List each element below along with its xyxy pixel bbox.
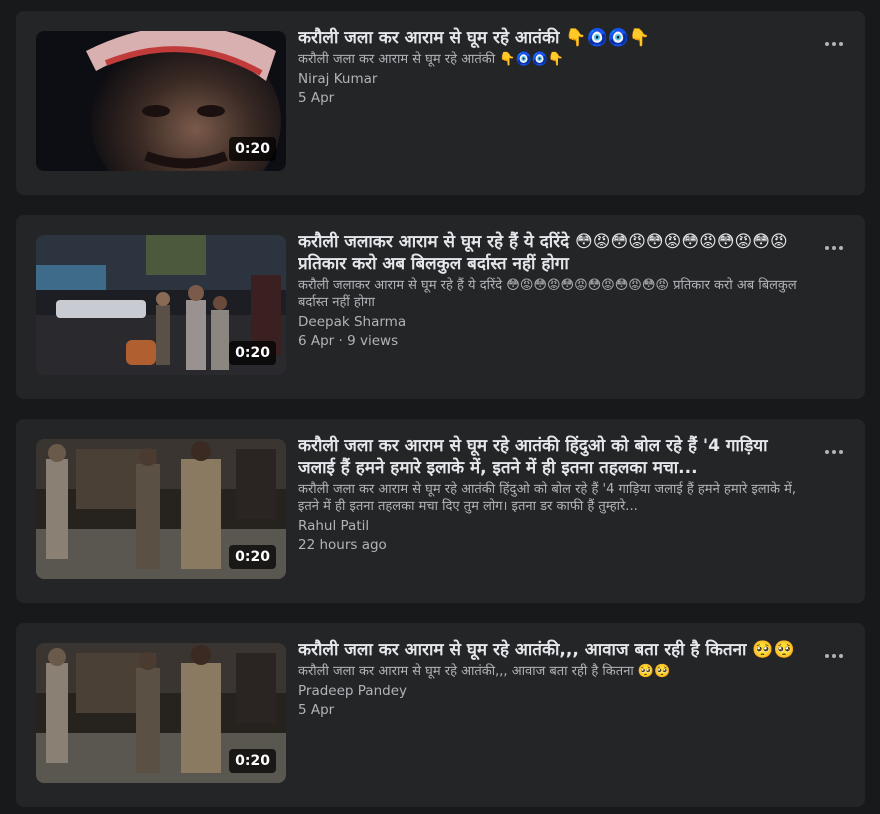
video-title[interactable]: करौली जला कर आराम से घूम रहे आतंकी,,, आव…: [298, 639, 808, 661]
video-description: करौली जला कर आराम से घूम रहे आतंकी हिंदु…: [298, 482, 797, 514]
video-thumbnail[interactable]: 0:20: [36, 31, 286, 171]
video-info: करौली जला कर आराम से घूम रहे आतंकी,,, आव…: [298, 639, 808, 720]
video-title[interactable]: करौली जलाकर आराम से घूम रहे हैं ये दरिंद…: [298, 231, 808, 275]
video-info: करौली जलाकर आराम से घूम रहे हैं ये दरिंद…: [298, 231, 808, 351]
more-options-icon[interactable]: [823, 441, 845, 463]
video-result-card[interactable]: 0:20 करौली जलाकर आराम से घूम रहे हैं ये …: [16, 215, 865, 399]
video-title[interactable]: करौली जला कर आराम से घूम रहे आतंकी हिंदु…: [298, 435, 808, 479]
video-duration-badge: 0:20: [229, 341, 276, 365]
video-author[interactable]: Pradeep Pandey: [298, 682, 808, 701]
video-meta: 6 Apr · 9 views: [298, 333, 399, 349]
video-author[interactable]: Rahul Patil: [298, 517, 808, 536]
video-author[interactable]: Niraj Kumar: [298, 70, 808, 89]
video-info: करौली जला कर आराम से घूम रहे आतंकी 👇🧿🧿👇 …: [298, 27, 808, 108]
more-options-icon[interactable]: [823, 237, 845, 259]
video-duration-badge: 0:20: [229, 137, 276, 161]
video-description: करौली जलाकर आराम से घूम रहे हैं ये दरिंद…: [298, 278, 797, 310]
video-title[interactable]: करौली जला कर आराम से घूम रहे आतंकी 👇🧿🧿👇: [298, 27, 808, 49]
video-meta: 22 hours ago: [298, 537, 387, 553]
video-meta: 5 Apr: [298, 90, 335, 106]
video-description: करौली जला कर आराम से घूम रहे आतंकी 👇🧿🧿👇: [298, 52, 565, 67]
video-result-card[interactable]: 0:20 करौली जला कर आराम से घूम रहे आतंकी,…: [16, 623, 865, 807]
video-result-card[interactable]: 0:20 करौली जला कर आराम से घूम रहे आतंकी …: [16, 419, 865, 603]
more-options-icon[interactable]: [823, 645, 845, 667]
video-description: करौली जला कर आराम से घूम रहे आतंकी,,, आव…: [298, 664, 671, 679]
video-info: करौली जला कर आराम से घूम रहे आतंकी हिंदु…: [298, 435, 808, 555]
video-author[interactable]: Deepak Sharma: [298, 313, 808, 332]
video-thumbnail[interactable]: 0:20: [36, 643, 286, 783]
video-meta: 5 Apr: [298, 702, 335, 718]
video-thumbnail[interactable]: 0:20: [36, 235, 286, 375]
video-result-card[interactable]: 0:20 करौली जला कर आराम से घूम रहे आतंकी …: [16, 11, 865, 195]
video-thumbnail[interactable]: 0:20: [36, 439, 286, 579]
video-duration-badge: 0:20: [229, 545, 276, 569]
more-options-icon[interactable]: [823, 33, 845, 55]
video-results-feed: 0:20 करौली जला कर आराम से घूम रहे आतंकी …: [0, 0, 880, 814]
video-duration-badge: 0:20: [229, 749, 276, 773]
